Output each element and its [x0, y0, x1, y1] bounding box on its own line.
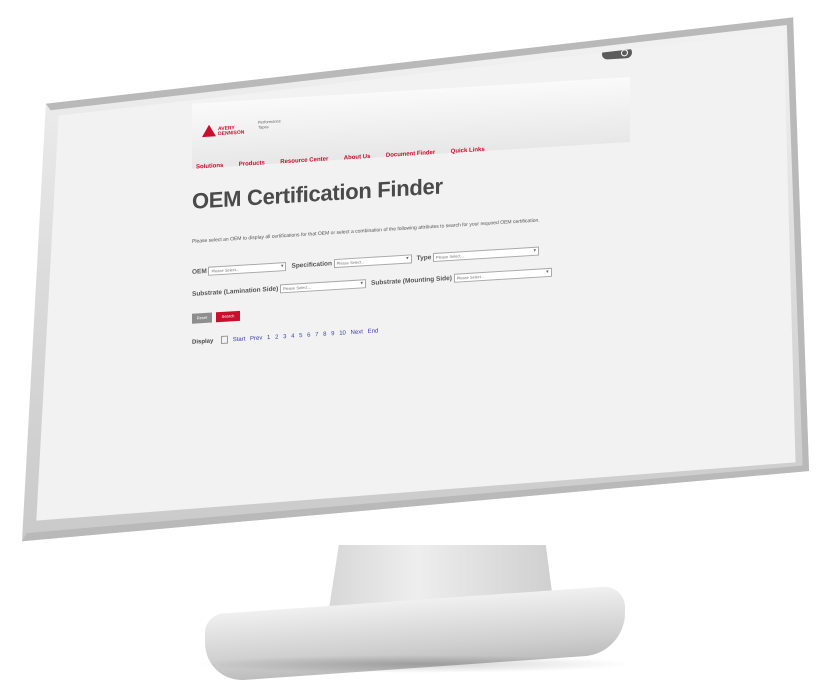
oem-select[interactable]: Please Select... ▾: [208, 261, 287, 276]
type-select[interactable]: Please Select... ▾: [433, 246, 540, 263]
brand-logo[interactable]: AVERY DENNISON: [202, 122, 248, 141]
pagination-page-10[interactable]: 10: [339, 330, 346, 336]
substrate-lamination-select-value: Please Select...: [283, 284, 311, 292]
chevron-down-icon: ▾: [406, 255, 409, 262]
specification-label: Specification: [291, 260, 332, 270]
nav-item-products[interactable]: Products: [239, 160, 265, 168]
search-submit-button[interactable]: Search: [216, 310, 240, 323]
substrate-lamination-label: Substrate (Lamination Side): [192, 285, 279, 298]
monitor-shadow: [195, 655, 635, 673]
oem-label: OEM: [192, 267, 207, 276]
logo-triangle-icon: [202, 124, 216, 138]
pagination-end[interactable]: End: [368, 328, 379, 335]
chevron-down-icon: ▾: [546, 268, 549, 276]
nav-item-document-finder[interactable]: Document Finder: [386, 150, 435, 159]
chevron-down-icon: ▾: [533, 247, 537, 254]
page-title: OEM Certification Finder: [192, 173, 443, 214]
page-description: Please select an OEM to display all cert…: [192, 217, 540, 245]
pagination-page-5[interactable]: 5: [299, 333, 302, 339]
reset-button[interactable]: Reset: [192, 312, 212, 324]
specification-select-value: Please Select...: [336, 259, 365, 266]
pagination-page-2[interactable]: 2: [275, 334, 278, 340]
logo-text: AVERY DENNISON: [218, 125, 245, 138]
pagination-page-7[interactable]: 7: [315, 332, 318, 338]
utility-link-language[interactable]: English | 简: [502, 38, 533, 46]
globe-icon[interactable]: ⊕: [601, 33, 606, 39]
substrate-mounting-label: Substrate (Mounting Side): [371, 274, 452, 287]
nav-item-resource-center[interactable]: Resource Center: [280, 156, 328, 165]
pagination-page-1[interactable]: 1: [267, 335, 270, 341]
pagination: Display Start Prev 1 2 3 4 5 6 7 8 9 10 …: [192, 326, 381, 346]
search-icon: [621, 49, 628, 57]
pagination-page-3[interactable]: 3: [283, 334, 286, 340]
chevron-down-icon: ▾: [360, 280, 363, 287]
substrate-lamination-select[interactable]: Please Select... ▾: [280, 279, 366, 294]
utility-link-chinese[interactable]: Chinese: [538, 36, 560, 43]
type-label: Type: [416, 254, 432, 263]
substrate-mounting-select[interactable]: Please Select... ▾: [453, 267, 552, 283]
pagination-start[interactable]: Start: [233, 336, 246, 343]
specification-select[interactable]: Please Select... ▾: [333, 254, 412, 269]
nav-item-about-us[interactable]: About Us: [344, 154, 371, 162]
pagination-page-9[interactable]: 9: [331, 331, 334, 337]
pagination-next[interactable]: Next: [351, 329, 363, 336]
monitor: English | 简 Chinese Contact Us ⊕ AVERY D…: [22, 12, 817, 552]
utility-link-contact[interactable]: Contact Us: [566, 34, 596, 42]
nav-item-quick-links[interactable]: Quick Links: [451, 147, 485, 155]
nav-item-solutions[interactable]: Solutions: [196, 163, 223, 171]
pagination-label: Display: [192, 338, 214, 346]
brand-tagline: Performance Tapes: [258, 118, 281, 129]
pagination-page-8[interactable]: 8: [323, 331, 326, 337]
oem-select-value: Please Select...: [211, 266, 240, 274]
chevron-down-icon: ▾: [280, 263, 284, 270]
pagination-prev[interactable]: Prev: [250, 335, 262, 342]
substrate-mounting-select-value: Please Select...: [456, 273, 485, 281]
page-size-select[interactable]: [221, 335, 229, 345]
type-select-value: Please Select...: [436, 253, 464, 260]
pagination-page-4[interactable]: 4: [291, 333, 294, 339]
pagination-page-6[interactable]: 6: [307, 332, 310, 338]
